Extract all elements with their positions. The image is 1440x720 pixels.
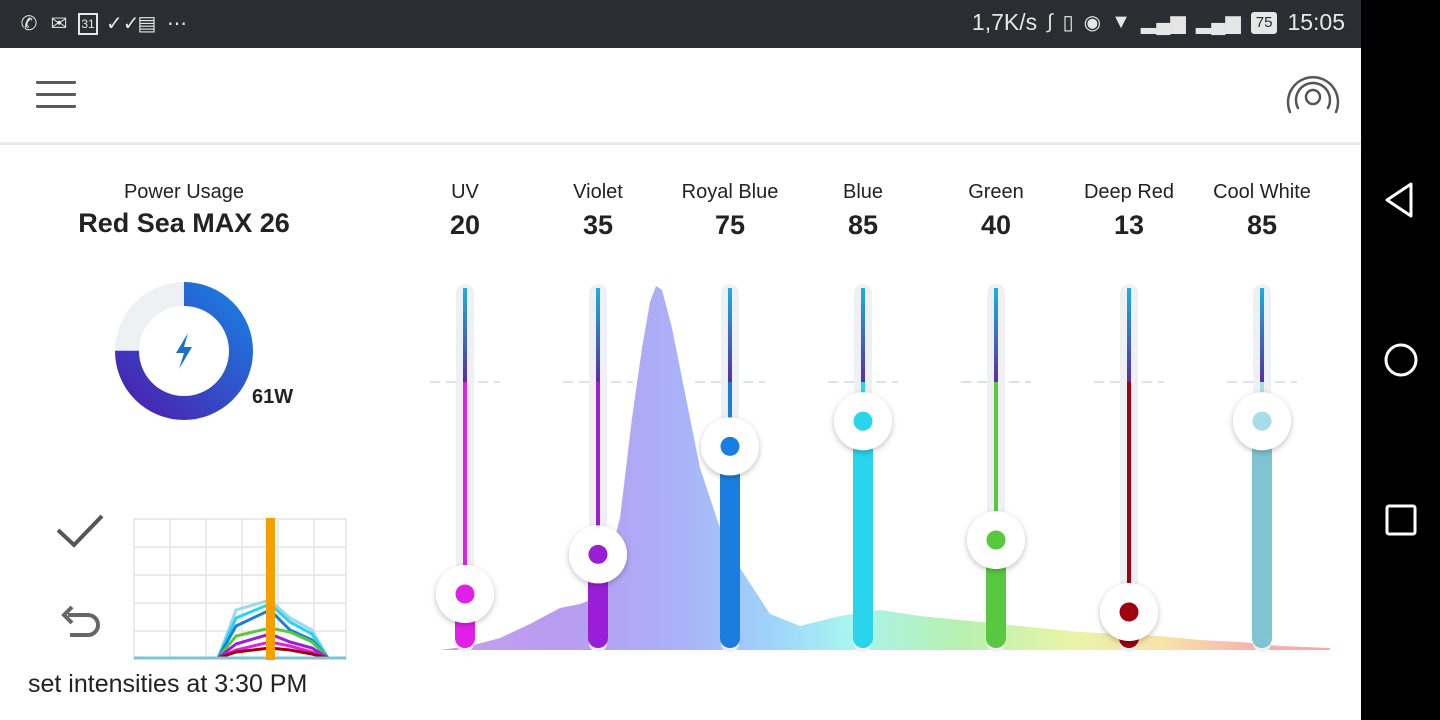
channel-sliders: [402, 284, 1330, 652]
calendar-icon: ▤: [137, 13, 157, 35]
slider-knob-blue[interactable]: [834, 392, 892, 451]
network-speed: 1,7K/s: [971, 9, 1038, 35]
android-nav-bar: [1361, 0, 1440, 720]
slider-deep-red[interactable]: [1094, 284, 1164, 652]
system-indicators: 1,7K/s ∫ ▯ ◉ ▼ ▂▄▆ ▂▄▆ 75 15:05: [972, 9, 1345, 36]
calendar-31-icon: 31: [78, 13, 98, 35]
double-check-icon: ✓✓: [106, 13, 140, 35]
clock: 15:05: [1287, 9, 1345, 35]
slider-upper-line: [463, 288, 467, 382]
slider-knob-green[interactable]: [967, 511, 1025, 569]
slider-uv[interactable]: [430, 284, 500, 652]
slider-upper-line: [861, 288, 865, 382]
more-dots-icon: ⋯: [167, 13, 187, 35]
slider-line: [1127, 382, 1131, 612]
slider-fill: [720, 446, 740, 648]
recents-square-icon[interactable]: [1379, 498, 1423, 542]
mail-check-icon: ✉: [50, 13, 68, 35]
slider-upper-line: [596, 288, 600, 382]
app-content: Power Usage Red Sea MAX 26 61W set inten…: [0, 48, 1361, 720]
slider-line: [463, 382, 467, 594]
slider-upper-line: [994, 288, 998, 382]
vibrate-icon: ▯: [1062, 12, 1074, 34]
slider-fill: [853, 421, 873, 648]
wifi-icon: ▼: [1111, 11, 1131, 33]
back-triangle-icon[interactable]: [1379, 178, 1423, 222]
battery-icon: 75: [1250, 11, 1278, 34]
status-bar: ✆ ✉ 31 ✓✓ ▤ ⋯ 1,7K/s ∫ ▯ ◉ ▼ ▂▄▆ ▂▄▆ 75 …: [0, 0, 1361, 48]
slider-upper-line: [728, 288, 732, 382]
slider-knob-violet[interactable]: [569, 525, 627, 584]
slider-upper-line: [1127, 288, 1131, 382]
slider-knob-deep-red[interactable]: [1100, 583, 1158, 641]
slider-knob-cool-white[interactable]: [1233, 392, 1291, 451]
slider-fill: [1252, 421, 1272, 648]
slider-upper-line: [1260, 288, 1264, 382]
bluetooth-icon: ∫: [1047, 11, 1053, 33]
signal-2-icon: ▂▄▆: [1195, 12, 1241, 34]
notification-icons: ✆ ✉ 31 ✓✓ ▤ ⋯: [18, 11, 188, 37]
slider-knob-uv[interactable]: [436, 565, 494, 623]
slider-cool-white[interactable]: [1227, 284, 1297, 652]
home-circle-icon[interactable]: [1379, 338, 1423, 382]
slider-knob-royal-blue[interactable]: [701, 417, 759, 476]
slider-green[interactable]: [961, 284, 1031, 652]
slider-blue[interactable]: [828, 284, 898, 652]
phone-call-icon: ✆: [20, 13, 38, 35]
signal-1-icon: ▂▄▆: [1140, 12, 1186, 34]
eye-icon: ◉: [1083, 12, 1102, 34]
